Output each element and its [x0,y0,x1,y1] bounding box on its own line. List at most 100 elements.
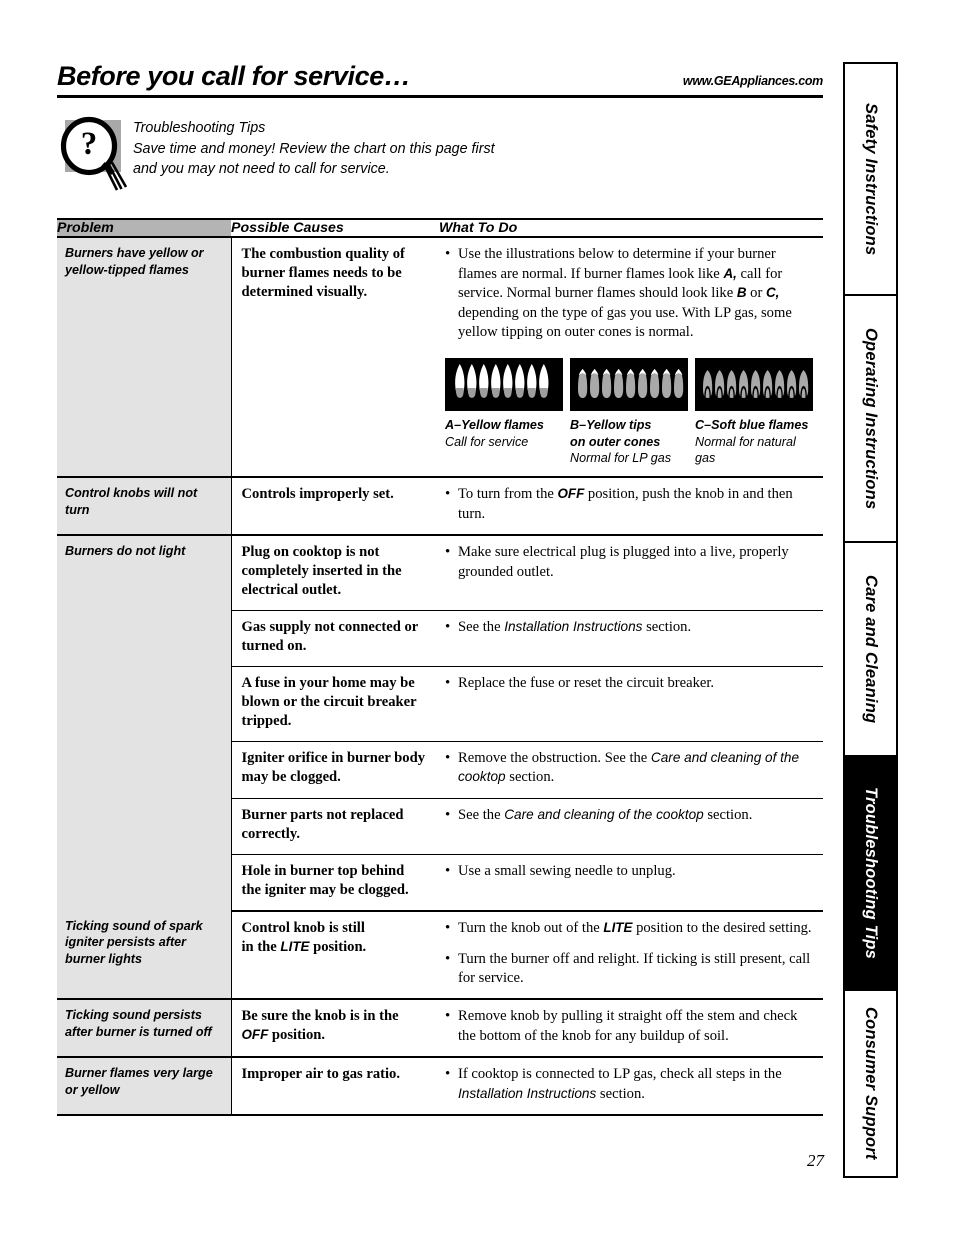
flame-c-image [695,358,813,412]
flame-figure-a: A–Yellow flames Call for service [445,358,563,466]
svg-text:?: ? [81,126,98,162]
bullet-item: • Replace the fuse or reset the circuit … [445,674,817,694]
column-header-possible-causes: Possible Causes [231,218,439,239]
cell-what-to-do: • Make sure electrical plug is plugged i… [439,535,823,612]
sidebar-item-label: Care and Cleaning [862,574,880,724]
flame-c-line3: gas [695,451,716,466]
cell-what-to-do: • If cooktop is connected to LP gas, che… [439,1057,823,1117]
cell-cause: Control knob is still in the LITE positio… [230,910,439,1001]
cell-cause: Burner parts not replaced correctly. [230,798,439,855]
bullet-dot: • [445,619,451,636]
cell-what-to-do: • Use a small sewing needle to unplug. [439,854,823,912]
sidebar-item-label: Troubleshooting Tips [862,786,880,960]
flame-a-line2: Call for service [445,434,529,449]
bullet-text: Replace the fuse or reset the circuit br… [458,675,715,692]
cell-problem: Burner flames very large or yellow [57,1057,231,1117]
cell-what-to-do: • Use the illustrations below to determi… [439,237,823,479]
magnifier-question-icon: ? [57,116,131,192]
flame-b-title: B–Yellow tips [570,418,652,433]
cell-cause: Gas supply not connected or turned on. [230,610,439,668]
cell-problem: Ticking sound of spark igniter persists … [57,910,231,1001]
website-url[interactable]: www.GEAppliances.com [683,74,823,90]
section-tab-strip: Safety Instructions Operating Instructio… [843,62,898,1178]
bullet-dot: • [445,486,451,503]
sidebar-item-operating-instructions[interactable]: Operating Instructions [845,296,896,543]
sidebar-item-label: Operating Instructions [862,327,880,510]
flame-figure-b: B–Yellow tips on outer cones Normal for … [570,358,688,466]
flame-b-caption: B–Yellow tips on outer cones Normal for … [570,417,688,466]
troubleshooting-table: Problem Possible Causes What To Do Burne… [57,218,823,1117]
bullet-item: • Remove knob by pulling it straight off… [445,1007,817,1046]
table-row: Ticking sound persists after burner is t… [57,999,823,1059]
cell-what-to-do: • Replace the fuse or reset the circuit … [439,666,823,743]
column-header-problem: Problem [57,218,231,239]
sidebar-item-safety-instructions[interactable]: Safety Instructions [845,64,896,296]
bullet-text: To turn from the OFF position, push the … [458,486,793,522]
cell-what-to-do: • To turn from the OFF position, push th… [439,477,823,537]
flame-b-image [570,358,688,412]
bullet-dot: • [445,1008,451,1025]
column-header-what-to-do: What To Do [439,218,823,239]
document-page: Before you call for service… www.GEAppli… [0,0,954,1235]
bullet-dot: • [445,675,451,692]
bullet-dot: • [445,806,451,823]
cell-problem: Burners have yellow or yellow-tipped fla… [57,237,231,479]
bullet-item: • To turn from the OFF position, push th… [445,485,817,524]
flame-c-title: C–Soft blue flames [695,418,809,433]
table-row: Ticking sound of spark igniter persists … [57,910,823,1001]
flame-b-line2: on outer cones [570,434,661,449]
sidebar-item-label: Consumer Support [862,1007,880,1160]
flame-a-caption: A–Yellow flames Call for service [445,417,563,450]
sidebar-item-label: Safety Instructions [862,102,880,256]
cell-problem: Burners do not light [57,535,231,911]
tip-text: Troubleshooting Tips Save time and money… [131,116,495,179]
bullet-text: If cooktop is connected to LP gas, check… [458,1066,782,1102]
cell-what-to-do: • See the Care and cleaning of the cookt… [439,798,823,855]
sidebar-item-care-and-cleaning[interactable]: Care and Cleaning [845,543,896,757]
table-row: Burner flames very large or yellow Impro… [57,1057,823,1117]
sidebar-item-consumer-support[interactable]: Consumer Support [845,991,896,1176]
page-title: Before you call for service… [57,61,411,91]
bullet-dot: • [445,544,451,561]
bullet-dot: • [445,862,451,879]
page-header: Before you call for service… www.GEAppli… [57,62,823,95]
bullet-item: • See the Care and cleaning of the cookt… [445,806,817,826]
cell-what-to-do: • Remove the obstruction. See the Care a… [439,741,823,799]
tip-line-1: Troubleshooting Tips [133,120,266,137]
bullet-item: • Use the illustrations below to determi… [445,245,817,342]
flame-c-line2: Normal for natural [695,434,796,449]
cell-problem: Ticking sound persists after burner is t… [57,999,231,1059]
bullet-item: • Make sure electrical plug is plugged i… [445,543,817,582]
table-header-row: Problem Possible Causes What To Do [57,218,823,239]
cell-what-to-do: • See the Installation Instructions sect… [439,610,823,668]
bullet-text: Use the illustrations below to determine… [458,246,792,340]
flame-a-image [445,358,563,412]
cell-problem: Control knobs will not turn [57,477,231,537]
page-number: 27 [807,1151,824,1170]
bullet-text: Turn the knob out of the LITE position t… [458,919,812,936]
flame-c-caption: C–Soft blue flames Normal for natural ga… [695,417,813,466]
bullet-text: Use a small sewing needle to unplug. [458,862,676,879]
bullet-dot: • [445,950,451,967]
flame-b-line3: Normal for LP gas [570,451,672,466]
bullet-item: • Use a small sewing needle to unplug. [445,862,817,882]
troubleshooting-tip-block: ? Troubleshooting Tips Save time and mon… [57,116,823,192]
cell-cause: Hole in burner top behind the igniter ma… [230,854,439,912]
sidebar-item-troubleshooting-tips[interactable]: Troubleshooting Tips [845,757,896,991]
cell-cause: Improper air to gas ratio. [230,1057,439,1117]
cell-what-to-do: • Remove knob by pulling it straight off… [439,999,823,1059]
cell-cause: A fuse in your home may be blown or the … [230,666,439,743]
tip-line-2: Save time and money! Review the chart on… [133,140,495,157]
bullet-text: See the Care and cleaning of the cooktop… [458,806,753,823]
bullet-text: Remove knob by pulling it straight off t… [458,1008,798,1044]
bullet-item: • If cooktop is connected to LP gas, che… [445,1065,817,1104]
flame-illustrations: A–Yellow flames Call for service B–Yello… [445,358,817,466]
bullet-dot: • [445,750,451,767]
bullet-text: See the Installation Instructions sectio… [458,619,692,636]
flame-a-title: A–Yellow flames [445,418,544,433]
flame-figure-c: C–Soft blue flames Normal for natural ga… [695,358,813,466]
bullet-dot: • [445,1066,451,1083]
cell-cause: Igniter orifice in burner body may be cl… [230,741,439,799]
bullet-item: • Remove the obstruction. See the Care a… [445,749,817,788]
bullet-item: • Turn the burner off and relight. If ti… [445,950,817,989]
